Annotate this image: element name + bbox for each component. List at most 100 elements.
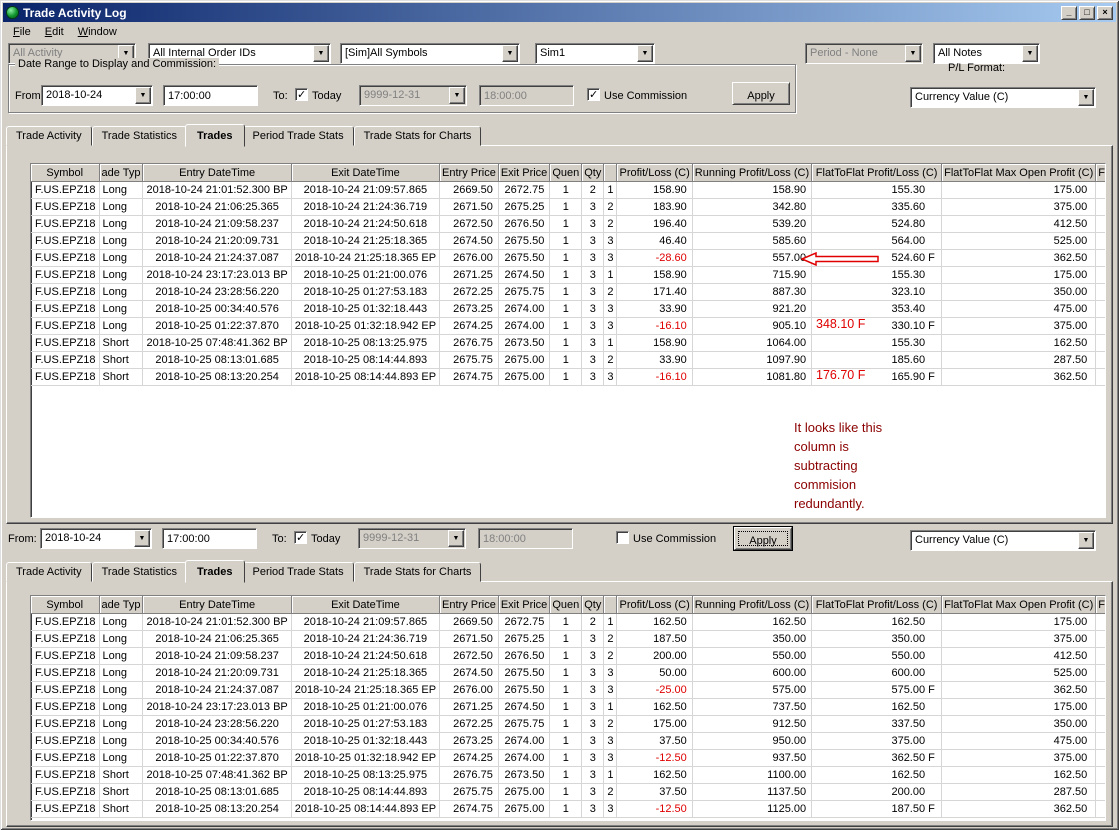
- cell: 1100.00: [692, 767, 813, 784]
- column-header[interactable]: FlatToFlat Max Open Profit (C): [942, 164, 1097, 182]
- table-row[interactable]: F.US.EPZ18 Long 2018-10-24 21:24:37.087 201…: [31, 250, 1105, 267]
- from-time-input[interactable]: [163, 85, 258, 106]
- to-time-input[interactable]: [479, 85, 574, 106]
- column-header[interactable]: Profit/Loss (C): [617, 164, 693, 182]
- table-row[interactable]: F.US.EPZ18 Long 2018-10-24 21:01:52.300 BP…: [31, 614, 1105, 631]
- table-row[interactable]: F.US.EPZ18 Long 2018-10-24 23:17:23.013 BP…: [31, 267, 1105, 284]
- column-header[interactable]: Entry DateTime: [143, 596, 292, 614]
- today-checkbox[interactable]: [295, 88, 308, 101]
- cell: 2018-10-25 08:13:20.254: [143, 801, 292, 818]
- tab-trade-statistics-lower[interactable]: Trade Statistics: [91, 562, 188, 582]
- tab-trade-activity-lower[interactable]: Trade Activity: [6, 562, 92, 582]
- menu-window[interactable]: Window: [71, 24, 124, 40]
- column-header[interactable]: Entry DateTime: [143, 164, 292, 182]
- table-row[interactable]: F.US.EPZ18 Long 2018-10-24 21:09:58.237 201…: [31, 648, 1105, 665]
- minimize-button[interactable]: _: [1061, 5, 1077, 20]
- column-header[interactable]: Qty: [582, 596, 605, 614]
- column-header[interactable]: FlatToFlat Profit/Loss (C): [812, 596, 943, 614]
- column-header[interactable]: ade Typ: [99, 164, 144, 182]
- tab-trade-activity[interactable]: Trade Activity: [6, 126, 92, 146]
- column-header[interactable]: Running Profit/Loss (C): [692, 596, 813, 614]
- column-header[interactable]: Fl: [1096, 596, 1105, 614]
- lower-from-date-select[interactable]: 2018-10-24 ▼: [40, 528, 152, 549]
- column-header[interactable]: Running Profit/Loss (C): [692, 164, 813, 182]
- lower-use-commission-checkbox[interactable]: [616, 531, 629, 544]
- tab-trade-stats-for-charts[interactable]: Trade Stats for Charts: [353, 126, 482, 146]
- use-commission-checkbox[interactable]: [587, 88, 600, 101]
- lower-apply-button[interactable]: Apply: [733, 526, 793, 551]
- table-row[interactable]: F.US.EPZ18 Long 2018-10-24 21:09:58.237 201…: [31, 216, 1105, 233]
- close-button[interactable]: ×: [1097, 5, 1113, 20]
- column-header[interactable]: Symbol: [31, 596, 100, 614]
- cell: 362.50: [942, 250, 1097, 267]
- column-header[interactable]: Qty: [582, 164, 605, 182]
- cell: 162.50: [617, 614, 693, 631]
- column-header[interactable]: Quen: [550, 164, 583, 182]
- cell: 550.00: [812, 648, 943, 665]
- lower-pl-format-select[interactable]: Currency Value (C) ▼: [910, 530, 1096, 551]
- cell: 3: [582, 301, 605, 318]
- column-header[interactable]: Exit Price: [498, 164, 551, 182]
- column-header[interactable]: [604, 164, 618, 182]
- apply-button[interactable]: Apply: [732, 82, 790, 105]
- table-row[interactable]: F.US.EPZ18 Short 2018-10-25 07:48:41.362 B…: [31, 767, 1105, 784]
- column-header[interactable]: Exit DateTime: [291, 164, 441, 182]
- table-row[interactable]: F.US.EPZ18 Short 2018-10-25 08:13:20.254 20…: [31, 801, 1105, 818]
- table-row[interactable]: F.US.EPZ18 Long 2018-10-25 01:22:37.870 201…: [31, 750, 1105, 767]
- column-header[interactable]: Exit Price: [498, 596, 551, 614]
- cell: 375.00: [942, 631, 1097, 648]
- column-header[interactable]: Profit/Loss (C): [617, 596, 693, 614]
- table-row[interactable]: F.US.EPZ18 Short 2018-10-25 08:13:01.685 20…: [31, 784, 1105, 801]
- table-row[interactable]: F.US.EPZ18 Short 2018-10-25 08:13:01.685 20…: [31, 352, 1105, 369]
- column-header[interactable]: FlatToFlat Max Open Profit (C): [942, 596, 1097, 614]
- tab-period-trade-stats[interactable]: Period Trade Stats: [242, 126, 354, 146]
- tab-trades-lower[interactable]: Trades: [185, 560, 245, 583]
- table-row[interactable]: F.US.EPZ18 Short 2018-10-25 08:13:20.254 20…: [31, 369, 1105, 386]
- menu-edit[interactable]: Edit: [38, 24, 71, 40]
- column-header[interactable]: Quen: [550, 596, 583, 614]
- to-date-select[interactable]: 9999-12-31 ▼: [359, 85, 467, 106]
- column-header[interactable]: Entry Price: [440, 164, 499, 182]
- table-row[interactable]: F.US.EPZ18 Long 2018-10-24 21:01:52.300 BP…: [31, 182, 1105, 199]
- column-header[interactable]: Symbol: [31, 164, 100, 182]
- table-row[interactable]: F.US.EPZ18 Long 2018-10-24 23:17:23.013 BP…: [31, 699, 1105, 716]
- column-header[interactable]: Exit DateTime: [291, 596, 441, 614]
- symbols-filter-select[interactable]: [Sim]All Symbols ▼: [340, 43, 520, 64]
- table-row[interactable]: F.US.EPZ18 Long 2018-10-24 21:20:09.731 201…: [31, 233, 1105, 250]
- from-date-select[interactable]: 2018-10-24 ▼: [41, 85, 153, 106]
- lower-to-time-input[interactable]: [478, 528, 573, 549]
- table-row[interactable]: F.US.EPZ18 Long 2018-10-24 21:20:09.731 201…: [31, 665, 1105, 682]
- cell: 1: [550, 733, 583, 750]
- table-row[interactable]: F.US.EPZ18 Long 2018-10-25 00:34:40.576 201…: [31, 733, 1105, 750]
- table-row[interactable]: F.US.EPZ18 Long 2018-10-25 00:34:40.576 201…: [31, 301, 1105, 318]
- table-row[interactable]: F.US.EPZ18 Long 2018-10-24 23:28:56.220 201…: [31, 716, 1105, 733]
- tab-trade-statistics[interactable]: Trade Statistics: [91, 126, 188, 146]
- tab-trade-stats-for-charts-lower[interactable]: Trade Stats for Charts: [353, 562, 482, 582]
- table-row[interactable]: F.US.EPZ18 Long 2018-10-25 01:22:37.870 201…: [31, 318, 1105, 335]
- cell: 1: [604, 767, 618, 784]
- pl-format-select[interactable]: Currency Value (C) ▼: [910, 87, 1096, 108]
- column-header[interactable]: Entry Price: [440, 596, 499, 614]
- cell: 2669.50: [440, 182, 499, 199]
- tab-period-trade-stats-lower[interactable]: Period Trade Stats: [242, 562, 354, 582]
- lower-today-checkbox[interactable]: [294, 531, 307, 544]
- table-row[interactable]: F.US.EPZ18 Long 2018-10-24 21:06:25.365 201…: [31, 199, 1105, 216]
- table-row[interactable]: F.US.EPZ18 Long 2018-10-24 21:24:37.087 201…: [31, 682, 1105, 699]
- table-row[interactable]: F.US.EPZ18 Long 2018-10-24 21:06:25.365 201…: [31, 631, 1105, 648]
- column-header[interactable]: Fl: [1096, 164, 1105, 182]
- period-filter-select[interactable]: Period - None ▼: [805, 43, 923, 64]
- lower-from-time-input[interactable]: [162, 528, 257, 549]
- account-filter-select[interactable]: Sim1 ▼: [535, 43, 655, 64]
- maximize-button[interactable]: □: [1079, 5, 1095, 20]
- column-header[interactable]: ade Typ: [99, 596, 144, 614]
- menu-file[interactable]: File: [6, 24, 38, 40]
- lower-to-date-select[interactable]: 9999-12-31 ▼: [358, 528, 466, 549]
- table-row[interactable]: F.US.EPZ18 Short 2018-10-25 07:48:41.362 B…: [31, 335, 1105, 352]
- table-row[interactable]: F.US.EPZ18 Long 2018-10-24 23:28:56.220 201…: [31, 284, 1105, 301]
- notes-filter-select[interactable]: All Notes ▼: [933, 43, 1040, 64]
- tab-trades[interactable]: Trades: [185, 124, 245, 147]
- column-header[interactable]: [604, 596, 618, 614]
- date-range-groupbox: Date Range to Display and Commission: Fr…: [8, 58, 796, 113]
- column-header[interactable]: FlatToFlat Profit/Loss (C): [812, 164, 943, 182]
- cell: 50.00: [617, 665, 693, 682]
